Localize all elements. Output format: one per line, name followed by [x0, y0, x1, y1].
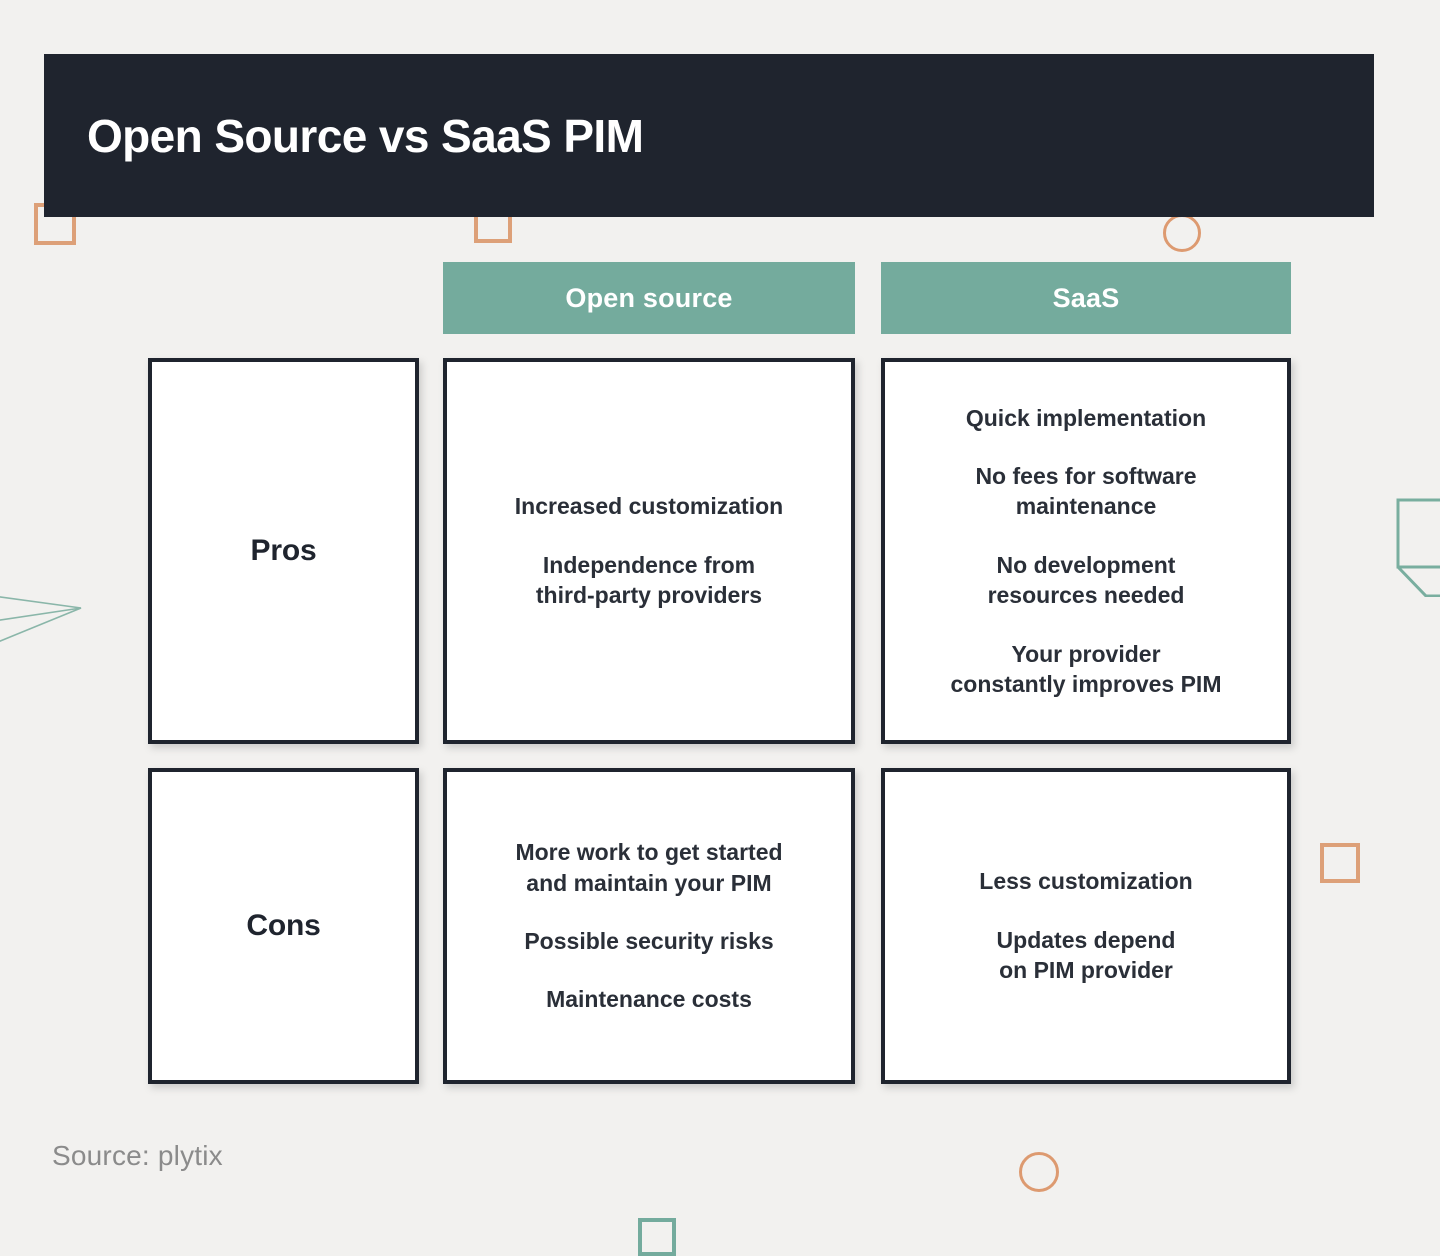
circle-outline-top-right-icon [1163, 214, 1201, 252]
list-item: No development resources needed [987, 551, 1185, 609]
header-bar: Open Source vs SaaS PIM [44, 54, 1374, 217]
list-item: Maintenance costs [546, 986, 752, 1013]
list-item: Your provider constantly improves PIM [950, 640, 1222, 697]
row-label-pros-text: Pros [250, 534, 317, 567]
list-item: Updates depend on PIM provider [996, 926, 1176, 984]
list-item: More work to get started and maintain yo… [515, 839, 783, 896]
row-label-cons: Cons [148, 768, 419, 1084]
list-item: Quick implementation [965, 404, 1207, 431]
cell-cons-saas: Less customization Updates depend on PIM… [881, 768, 1291, 1084]
tag-outline-right-icon [1396, 498, 1440, 597]
list-item: No fees for software maintenance [975, 463, 1197, 520]
list-item: Possible security risks [524, 928, 774, 954]
list-item: Independence from third-party providers [535, 551, 763, 609]
list-item: Less customization [979, 868, 1193, 895]
column-header-open-source-label: Open source [565, 282, 733, 313]
circle-outline-bottom-icon [1019, 1152, 1059, 1192]
page-title: Open Source vs SaaS PIM [87, 109, 644, 162]
column-header-open-source: Open source [443, 262, 855, 334]
column-header-saas-label: SaaS [1052, 282, 1120, 313]
list-item: Increased customization [514, 493, 784, 520]
source-note: Source: plytix [52, 1140, 223, 1171]
cell-pros-open-source: Increased customization Independence fro… [443, 358, 855, 744]
paper-plane-outline-left-icon [0, 596, 82, 642]
column-header-saas: SaaS [881, 262, 1291, 334]
square-outline-bottom-icon [638, 1218, 676, 1256]
cell-pros-saas: Quick implementation No fees for softwar… [881, 358, 1291, 744]
row-label-cons-text: Cons [246, 909, 321, 942]
cell-cons-open-source: More work to get started and maintain yo… [443, 768, 855, 1084]
square-outline-right-icon [1320, 843, 1360, 883]
row-label-pros: Pros [148, 358, 419, 744]
